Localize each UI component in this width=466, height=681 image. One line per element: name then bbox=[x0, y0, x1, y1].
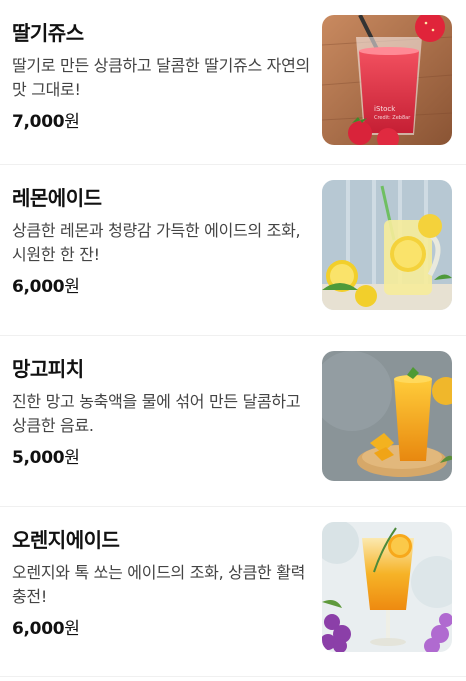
image-watermark: iStock bbox=[374, 105, 396, 113]
menu-list: 딸기쥬스 딸기로 만든 상큼하고 달콤한 딸기쥬스 자연의 맛 그대로! 7,0… bbox=[0, 0, 466, 677]
menu-item-name: 오렌지에이드 bbox=[12, 528, 120, 552]
menu-item-text: 딸기쥬스 딸기로 만든 상큼하고 달콤한 딸기쥬스 자연의 맛 그대로! 7,0… bbox=[12, 20, 312, 132]
orangeade-photo[interactable] bbox=[322, 522, 452, 652]
price-value: 6,000 bbox=[12, 277, 65, 297]
svg-text:Credit: Zeb8ar: Credit: Zeb8ar bbox=[374, 115, 411, 121]
menu-item-price: 7,000원 bbox=[12, 107, 312, 132]
menu-item-mango-peach[interactable]: 망고피치 진한 망고 농축액을 물에 섞어 만든 달콤하고 상큼한 음료. 5,… bbox=[0, 336, 466, 507]
menu-item-strawberry-juice[interactable]: 딸기쥬스 딸기로 만든 상큼하고 달콤한 딸기쥬스 자연의 맛 그대로! 7,0… bbox=[0, 0, 466, 165]
menu-item-lemonade[interactable]: 레몬에이드 상큼한 레몬과 청량감 가득한 에이드의 조화, 시원한 한 잔! … bbox=[0, 165, 466, 336]
strawberry-juice-image: iStock Credit: Zeb8ar bbox=[322, 15, 452, 145]
menu-item-price: 5,000원 bbox=[12, 443, 312, 468]
menu-item-description: 진한 망고 농축액을 물에 섞어 만든 달콤하고 상큼한 음료. bbox=[12, 392, 301, 435]
price-value: 5,000 bbox=[12, 448, 65, 468]
menu-item-name: 망고피치 bbox=[12, 357, 84, 381]
menu-item-price: 6,000원 bbox=[12, 614, 312, 639]
menu-item-description: 상큼한 레몬과 청량감 가득한 에이드의 조화, 시원한 한 잔! bbox=[12, 221, 301, 264]
menu-item-text: 오렌지에이드 오렌지와 톡 쏘는 에이드의 조화, 상큼한 활력 충전! 6,0… bbox=[12, 527, 312, 639]
price-value: 7,000 bbox=[12, 112, 65, 132]
price-currency: 원 bbox=[64, 277, 80, 297]
menu-item-name: 레몬에이드 bbox=[12, 186, 102, 210]
price-currency: 원 bbox=[64, 448, 80, 468]
menu-item-description: 딸기로 만든 상큼하고 달콤한 딸기쥬스 자연의 맛 그대로! bbox=[12, 56, 310, 99]
lemonade-image bbox=[322, 180, 452, 310]
menu-item-name: 딸기쥬스 bbox=[12, 21, 84, 45]
lemonade-photo[interactable] bbox=[322, 180, 452, 310]
mango-peach-photo[interactable] bbox=[322, 351, 452, 481]
price-value: 6,000 bbox=[12, 619, 65, 639]
menu-item-text: 망고피치 진한 망고 농축액을 물에 섞어 만든 달콤하고 상큼한 음료. 5,… bbox=[12, 356, 312, 468]
price-currency: 원 bbox=[64, 112, 80, 132]
menu-item-price: 6,000원 bbox=[12, 272, 312, 297]
menu-item-text: 레몬에이드 상큼한 레몬과 청량감 가득한 에이드의 조화, 시원한 한 잔! … bbox=[12, 185, 312, 297]
menu-item-orangeade[interactable]: 오렌지에이드 오렌지와 톡 쏘는 에이드의 조화, 상큼한 활력 충전! 6,0… bbox=[0, 507, 466, 677]
orangeade-image bbox=[322, 522, 452, 652]
mango-peach-image bbox=[322, 351, 452, 481]
strawberry-juice-photo[interactable]: iStock Credit: Zeb8ar bbox=[322, 15, 452, 145]
menu-item-description: 오렌지와 톡 쏘는 에이드의 조화, 상큼한 활력 충전! bbox=[12, 563, 306, 606]
price-currency: 원 bbox=[64, 619, 80, 639]
